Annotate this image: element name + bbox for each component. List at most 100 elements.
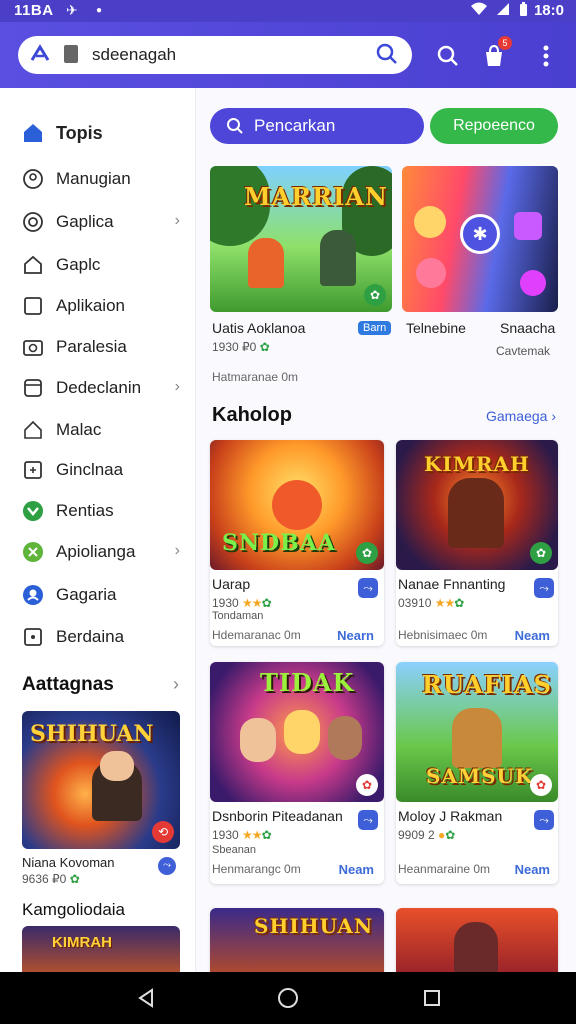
share-icon[interactable]: ⤳ [358, 578, 378, 598]
game-art-subtitle: SAMSUK [426, 764, 534, 788]
leaf-icon: ✿ [259, 340, 270, 354]
game-card[interactable]: RUAFIAS SAMSUK ✿ Moloy J Rakman ⤳ 9909 2… [396, 662, 558, 884]
sidebar-item-malac[interactable]: Malac [0, 409, 195, 449]
sidebar-item-gagaria[interactable]: Gagaria [0, 574, 195, 614]
avatar [514, 212, 542, 240]
avatar [520, 270, 546, 296]
game-card[interactable]: SNDBAA ✿ Uarap ⤳ 1930 ★★✿ Tondaman Hdema… [210, 440, 384, 646]
sidebar-item-paralesia[interactable]: Paralesia [0, 326, 195, 366]
game-title: Dsnborin Piteadanan [212, 808, 343, 824]
notification-button[interactable]: 5 [478, 36, 512, 72]
signal-icon [496, 2, 510, 19]
sidebar-item-label: Paralesia [56, 337, 127, 356]
game-link[interactable]: Neam [339, 862, 374, 877]
game-art-logo: SHIHUAN [30, 721, 154, 747]
sidebar-item-label: Gaplica [56, 212, 114, 231]
game-art-logo: MARRIAN [244, 182, 388, 211]
featured-game-art-2[interactable]: ✱ [402, 166, 558, 312]
back-icon[interactable] [134, 986, 158, 1010]
sidebar-item-label: Topis [56, 123, 103, 143]
sidebar-item-label: Manugian [56, 169, 131, 188]
sidebar: Topis Manugian Gaplica › Gaplc Aplikaion… [0, 88, 196, 972]
sidebar-item-label: Dedeclanin [56, 378, 142, 397]
section-title: Kaholop [212, 404, 292, 426]
house-outline-icon [22, 419, 44, 441]
sidebar-item-topis[interactable]: Topis [0, 112, 195, 152]
character-face [100, 751, 134, 781]
game-title: Moloy J Rakman [398, 808, 503, 824]
featured-game-title-2: Telnebine [406, 320, 466, 336]
share-icon[interactable]: ⤳ [158, 857, 176, 875]
character-figure [454, 922, 498, 972]
sidebar-item-ginclnaa[interactable]: Ginclnaa [0, 449, 195, 489]
search-bar[interactable] [18, 36, 412, 74]
featured-game-tag: Barn [358, 321, 392, 335]
featured-game-foot: Hatmaranae 0m [212, 370, 299, 384]
game-art-logo: RUAFIAS [422, 670, 552, 699]
sidebar-item-gaplc[interactable]: Gaplc [0, 244, 195, 284]
sidebar-item-label: Gaplc [56, 255, 101, 274]
share-icon[interactable]: ⤳ [358, 810, 378, 830]
sidebar-item-label: Apiolianga [56, 542, 136, 561]
recents-icon[interactable] [420, 986, 444, 1010]
chevron-right-icon: › [174, 212, 180, 229]
featured-game-title-3: Snaacha [500, 320, 556, 336]
home-circle-icon[interactable] [276, 986, 300, 1010]
sidebar-item-label: Malac [56, 420, 102, 439]
location-icon [22, 168, 44, 190]
status-clock: 18:0 [533, 2, 564, 19]
game-link[interactable]: Neam [515, 862, 550, 877]
game-art-logo: KIMRAH [424, 452, 530, 476]
game-meta-value: 9636 ₽0 [22, 872, 67, 886]
game-title: Niana Kovoman [22, 855, 115, 870]
search-icon[interactable] [376, 43, 398, 70]
share-icon[interactable]: ⤳ [534, 810, 554, 830]
window-icon [22, 377, 44, 399]
game-thumbnail: SNDBAA ✿ [210, 440, 384, 570]
sidebar-game-card-2[interactable]: KIMRAH [22, 926, 180, 972]
sidebar-item-manugian[interactable]: Manugian [0, 158, 195, 198]
game-card[interactable]: SHIHUAN [210, 908, 384, 972]
sidebar-item-apiolianga[interactable]: Apiolianga › [0, 531, 195, 571]
search-button[interactable]: Pencarkan [210, 108, 424, 144]
game-card[interactable]: TIDAK ✿ Dsnborin Piteadanan ⤳ 1930 ★★✿ S… [210, 662, 384, 884]
game-badge-icon: ✿ [356, 542, 378, 564]
status-time: 11BA [14, 2, 54, 19]
game-title: Nanae Fnnanting [398, 576, 506, 592]
share-icon[interactable]: ⤳ [534, 578, 554, 598]
character-head [272, 480, 322, 530]
recommend-button[interactable]: Repoeenco [430, 108, 558, 144]
game-badge-icon: ✿ [530, 774, 552, 796]
user-blue-icon [22, 584, 44, 606]
sidebar-item-rentias[interactable]: Rentias [0, 490, 195, 530]
sidebar-section-title-2: Kamgoliodaia [22, 900, 126, 919]
sidebar-item-gaplica[interactable]: Gaplica › [0, 201, 195, 241]
game-meta-value: 1930 [212, 596, 239, 610]
game-meta-value: 9909 2 [398, 828, 435, 842]
target-icon [22, 211, 44, 233]
character-face [240, 718, 276, 762]
search-input[interactable] [92, 43, 362, 67]
sidebar-game-card[interactable]: SHIHUAN ⟲ Niana Kovoman 9636 ₽0 ✿ ⤳ [22, 711, 180, 886]
game-meta-value: 1930 [212, 828, 239, 842]
featured-game-art[interactable]: MARRIAN ✿ [210, 166, 392, 312]
game-link[interactable]: Neam [515, 628, 550, 643]
avatar [414, 206, 446, 238]
house-icon [22, 254, 44, 276]
search-icon [227, 118, 243, 134]
search-button-label: Pencarkan [254, 116, 336, 135]
game-link[interactable]: Nearn [337, 628, 374, 643]
game-card[interactable] [396, 908, 558, 972]
game-meta: 1930 ★★✿ [212, 596, 272, 610]
game-card[interactable]: KIMRAH ✿ Nanae Fnnanting ⤳ 03910 ★★✿ Heb… [396, 440, 558, 646]
game-thumbnail: KIMRAH [22, 926, 180, 972]
sidebar-item-berdaina[interactable]: Berdaina [0, 616, 195, 656]
header-search-icon[interactable] [432, 40, 464, 72]
sidebar-item-aplikaion[interactable]: Aplikaion [0, 285, 195, 325]
sidebar-item-dedeclanin[interactable]: Dedeclanin › [0, 367, 195, 407]
notification-badge: 5 [498, 36, 512, 50]
chevron-right-icon[interactable]: › [173, 674, 179, 695]
see-all-link[interactable]: Gamaega › [486, 408, 556, 424]
more-menu-icon[interactable] [530, 40, 562, 72]
game-meta: 1930 ★★✿ [212, 828, 272, 842]
